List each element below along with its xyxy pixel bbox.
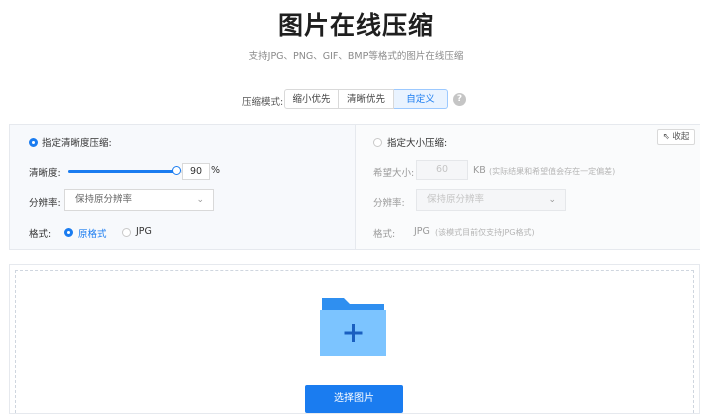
collapse-button[interactable]: ⇖ 收起 — [657, 129, 695, 145]
size-resolution-select[interactable]: 保持原分辨率 ⌄ — [416, 189, 566, 211]
size-mode-radio[interactable] — [373, 138, 382, 147]
size-format-label: 格式: — [373, 229, 396, 240]
select-image-button[interactable]: 选择图片 — [305, 385, 403, 413]
page-title: 图片在线压缩 — [277, 11, 434, 40]
settings-panel: 指定清晰度压缩: 清晰度: 90 % 分辨率: 保持原分辨率 ⌄ 格式: 原格式… — [9, 124, 700, 250]
help-icon[interactable]: ? — [453, 93, 466, 106]
compress-mode-group: 缩小优先 清晰优先 自定义 — [284, 89, 448, 109]
size-format-value: JPG — [414, 226, 430, 237]
size-resolution-value: 保持原分辨率 — [427, 194, 485, 205]
quality-slider-handle[interactable] — [172, 166, 181, 175]
format-original-radio[interactable] — [64, 228, 73, 237]
page-subtitle: 支持JPG、PNG、GIF、BMP等格式的图片在线压缩 — [248, 51, 464, 62]
folder-add-icon[interactable] — [318, 296, 388, 358]
quality-slider[interactable] — [68, 166, 188, 175]
quality-slider-fill — [68, 170, 176, 173]
compress-mode-label: 压缩模式: — [242, 97, 284, 108]
resolution-select-value: 保持原分辨率 — [75, 194, 133, 205]
chevron-down-icon: ⌄ — [548, 195, 556, 205]
resolution-label: 分辨率: — [29, 198, 61, 209]
target-size-unit: KB — [473, 165, 486, 176]
format-label: 格式: — [29, 229, 52, 240]
target-size-label: 希望大小: — [373, 168, 415, 179]
clarity-mode-label: 指定清晰度压缩: — [42, 138, 112, 149]
quality-unit: % — [211, 165, 221, 176]
collapse-arrow-icon: ⇖ — [662, 132, 670, 142]
clarity-settings: 指定清晰度压缩: 清晰度: 90 % 分辨率: 保持原分辨率 ⌄ 格式: 原格式… — [10, 125, 355, 249]
size-settings: 指定大小压缩: ⇖ 收起 希望大小: 60 KB (实际结果和希望值会存在一定偏… — [355, 125, 700, 249]
target-size-note: (实际结果和希望值会存在一定偏差) — [489, 167, 616, 176]
mode-clarity-first-button[interactable]: 清晰优先 — [339, 89, 394, 109]
size-format-note: (该模式目前仅支持JPG格式) — [435, 228, 535, 237]
target-size-input[interactable]: 60 — [416, 160, 468, 180]
format-jpg-label: JPG — [136, 226, 152, 237]
size-resolution-label: 分辨率: — [373, 198, 405, 209]
mode-size-first-button[interactable]: 缩小优先 — [284, 89, 339, 109]
format-original-label: 原格式 — [78, 229, 107, 240]
mode-custom-button[interactable]: 自定义 — [394, 89, 448, 109]
chevron-down-icon: ⌄ — [196, 195, 204, 205]
collapse-label: 收起 — [672, 132, 690, 142]
quality-label: 清晰度: — [29, 168, 61, 179]
resolution-select[interactable]: 保持原分辨率 ⌄ — [64, 189, 214, 211]
format-jpg-radio[interactable] — [122, 228, 131, 237]
clarity-mode-radio[interactable] — [29, 138, 38, 147]
quality-input[interactable]: 90 — [182, 163, 210, 180]
size-mode-label: 指定大小压缩: — [387, 138, 448, 149]
